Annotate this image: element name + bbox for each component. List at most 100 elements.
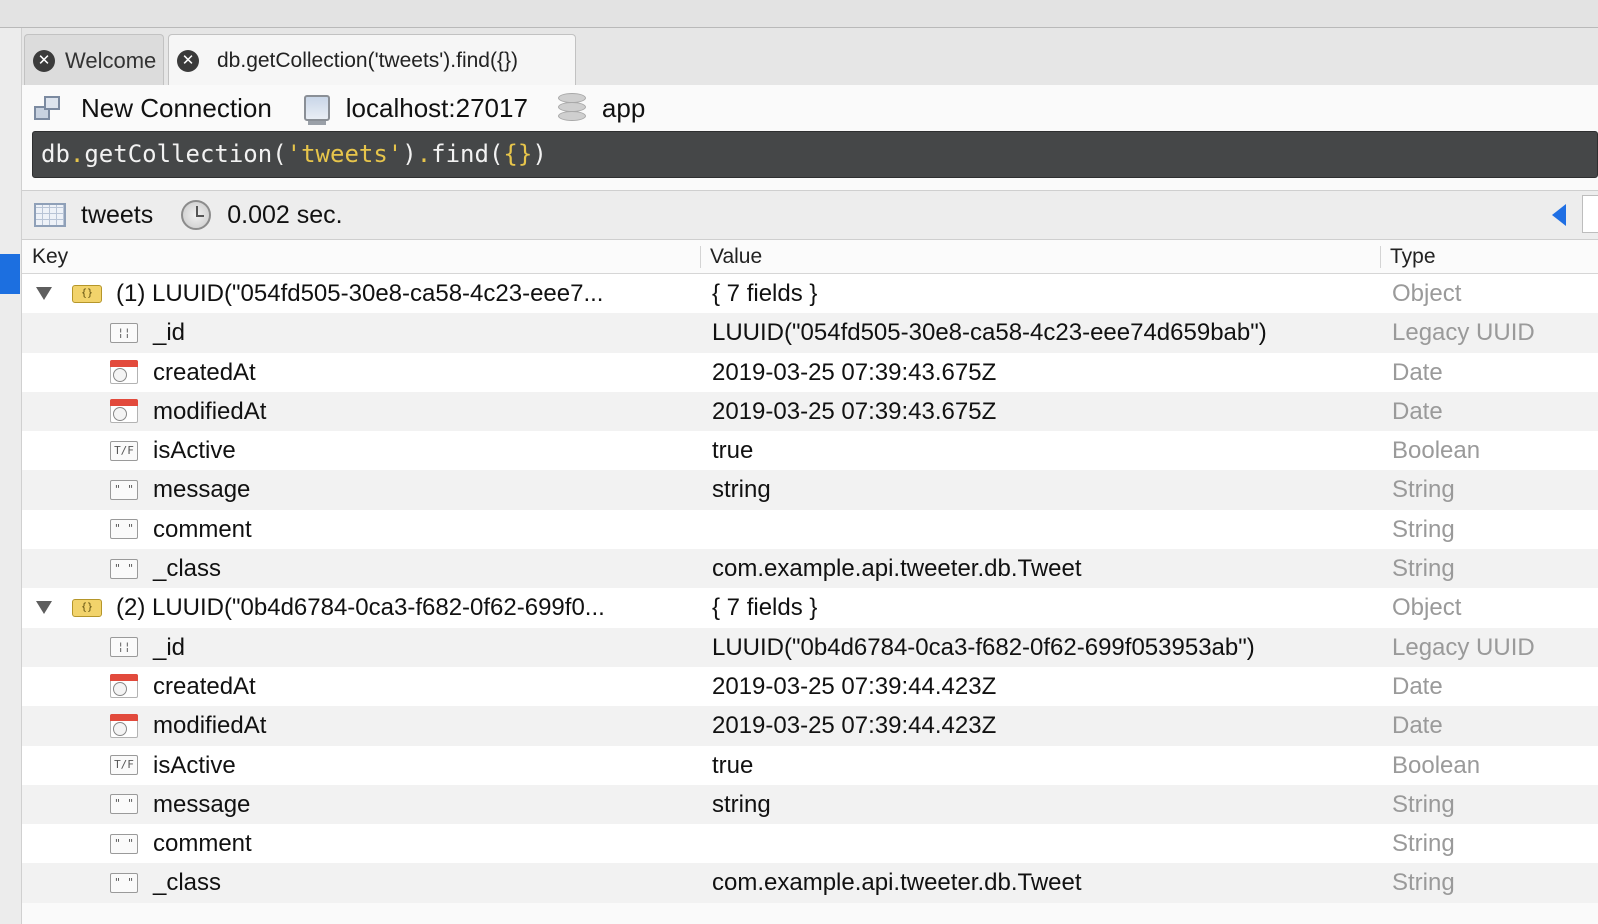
string-icon: " " xyxy=(110,479,138,500)
host-item[interactable]: localhost:27017 xyxy=(272,93,528,125)
field-row[interactable]: " " _class com.example.api.tweeter.db.Twee… xyxy=(22,549,1598,589)
key-cell: " " comment xyxy=(22,510,252,549)
field-key: isActive xyxy=(153,751,236,779)
key-cell: " " comment xyxy=(22,824,252,863)
field-key: createdAt xyxy=(153,358,256,386)
field-row[interactable]: createdAt 2019-03-25 07:39:43.675Z Date xyxy=(22,352,1598,392)
close-icon[interactable]: ✕ xyxy=(177,49,199,72)
query-token: ) xyxy=(532,140,547,168)
type-cell: Object xyxy=(1392,280,1462,307)
collection-name: tweets xyxy=(81,200,154,229)
value-cell: { 7 fields } xyxy=(712,594,818,622)
field-row[interactable]: modifiedAt 2019-03-25 07:39:43.675Z Date xyxy=(22,391,1598,432)
column-header-key[interactable]: Key xyxy=(32,240,68,274)
field-key: _id xyxy=(153,633,186,661)
previous-page-icon[interactable] xyxy=(1552,204,1566,226)
key-cell: {} (2) LUUID("0b4d6784-0ca3-f682-0f62-699… xyxy=(22,588,605,627)
string-icon: " " xyxy=(110,519,138,540)
key-cell: modifiedAt xyxy=(22,706,266,745)
document-row[interactable]: {} (2) LUUID("0b4d6784-0ca3-f682-0f62-699… xyxy=(22,588,1598,628)
query-token: ) xyxy=(402,140,417,168)
field-key: _class xyxy=(153,869,222,897)
elapsed-time: 0.002 sec. xyxy=(227,200,343,229)
table-header: Key Value Type xyxy=(22,240,1598,274)
string-icon: " " xyxy=(110,558,138,579)
field-value: true xyxy=(712,751,754,779)
field-type: Date xyxy=(1392,358,1443,386)
tab-label: db.getCollection('tweets').find({}) xyxy=(217,48,519,72)
close-icon[interactable]: ✕ xyxy=(33,49,55,72)
field-row[interactable]: " " message string String xyxy=(22,470,1598,510)
column-header-value[interactable]: Value xyxy=(710,240,762,274)
query-token: . xyxy=(69,140,85,168)
calendar-icon xyxy=(110,674,138,699)
key-cell: " " _class xyxy=(22,863,221,902)
field-row[interactable]: " " comment String xyxy=(22,509,1598,550)
query-panel: New Connection localhost:27017 app db.ge… xyxy=(22,85,1598,924)
tab-label: Welcome xyxy=(65,47,157,73)
database-label: app xyxy=(601,92,646,123)
calendar-icon xyxy=(110,399,138,424)
column-header-type[interactable]: Type xyxy=(1390,240,1436,274)
field-value: 2019-03-25 07:39:44.423Z xyxy=(712,672,997,700)
key-cell: T/F isActive xyxy=(22,746,236,785)
calendar-icon xyxy=(110,360,138,385)
field-row[interactable]: " " _class com.example.api.tweeter.db.Twee… xyxy=(22,863,1598,903)
expand-toggle-icon[interactable] xyxy=(36,601,52,615)
field-type: Legacy UUID xyxy=(1392,319,1535,347)
field-type: String xyxy=(1392,830,1455,858)
field-row[interactable]: " " message string String xyxy=(22,784,1598,825)
field-row[interactable]: ¦¦ _id LUUID("0b4d6784-0ca3-f682-0f62-699f… xyxy=(22,627,1598,667)
key-cell: createdAt xyxy=(22,667,256,706)
query-token: . xyxy=(416,140,432,168)
field-value: 2019-03-25 07:39:43.675Z xyxy=(712,397,997,425)
field-key: isActive xyxy=(153,437,236,465)
type-cell: Object xyxy=(1392,594,1462,622)
expand-toggle-icon[interactable] xyxy=(36,287,52,300)
field-type: String xyxy=(1392,790,1455,818)
field-key: _class xyxy=(153,555,222,583)
field-value: string xyxy=(712,476,771,504)
value-cell: { 7 fields } xyxy=(712,280,818,307)
field-key: comment xyxy=(153,515,252,543)
field-value: 2019-03-25 07:39:44.423Z xyxy=(712,712,997,740)
tab-bar: ✕ Welcome ✕ db.getCollection('tweets').f… xyxy=(22,28,1598,86)
key-cell: modifiedAt xyxy=(22,392,266,431)
field-type: Boolean xyxy=(1392,751,1481,779)
window-titlebar xyxy=(0,0,1598,28)
field-row[interactable]: modifiedAt 2019-03-25 07:39:44.423Z Date xyxy=(22,706,1598,746)
field-key: comment xyxy=(153,830,252,858)
page-size-input[interactable] xyxy=(1582,195,1598,233)
field-type: Date xyxy=(1392,712,1443,740)
document-key: (2) LUUID("0b4d6784-0ca3-f682-0f62-699f0… xyxy=(116,594,605,622)
key-cell: " " _class xyxy=(22,549,221,588)
query-editor[interactable]: db.getCollection('tweets').find({}) xyxy=(32,131,1598,178)
object-icon: {} xyxy=(72,598,102,617)
field-key: message xyxy=(153,790,251,818)
field-row[interactable]: T/F isActive true Boolean xyxy=(22,431,1598,471)
field-type: String xyxy=(1392,476,1455,504)
results-toolbar: tweets 0.002 sec. xyxy=(22,190,1598,240)
key-cell: " " message xyxy=(22,785,250,824)
query-token: {} xyxy=(503,140,533,168)
object-icon: {} xyxy=(72,284,102,303)
field-row[interactable]: createdAt 2019-03-25 07:39:44.423Z Date xyxy=(22,666,1598,707)
field-row[interactable]: " " comment String xyxy=(22,824,1598,864)
database-item[interactable]: app xyxy=(528,93,645,124)
query-token: db xyxy=(41,140,70,168)
table-icon xyxy=(34,203,66,227)
field-key: modifiedAt xyxy=(153,712,267,740)
string-icon: " " xyxy=(110,872,138,893)
tab-welcome[interactable]: ✕ Welcome xyxy=(24,34,164,86)
column-divider[interactable] xyxy=(1380,246,1381,268)
field-row[interactable]: T/F isActive true Boolean xyxy=(22,745,1598,785)
field-value: LUUID("054fd505-30e8-ca58-4c23-eee74d659… xyxy=(712,319,1267,347)
column-divider[interactable] xyxy=(700,246,701,268)
boolean-icon: T/F xyxy=(110,755,138,776)
tab-query[interactable]: ✕ db.getCollection('tweets').find({}) xyxy=(168,34,576,86)
field-row[interactable]: ¦¦ _id LUUID("054fd505-30e8-ca58-4c23-eee7… xyxy=(22,313,1598,353)
connection-item[interactable]: New Connection xyxy=(22,93,272,124)
document-row[interactable]: {} (1) LUUID("054fd505-30e8-ca58-4c23-eee… xyxy=(22,274,1598,314)
key-cell: ¦¦ _id xyxy=(22,628,185,667)
field-value: 2019-03-25 07:39:43.675Z xyxy=(712,358,997,386)
